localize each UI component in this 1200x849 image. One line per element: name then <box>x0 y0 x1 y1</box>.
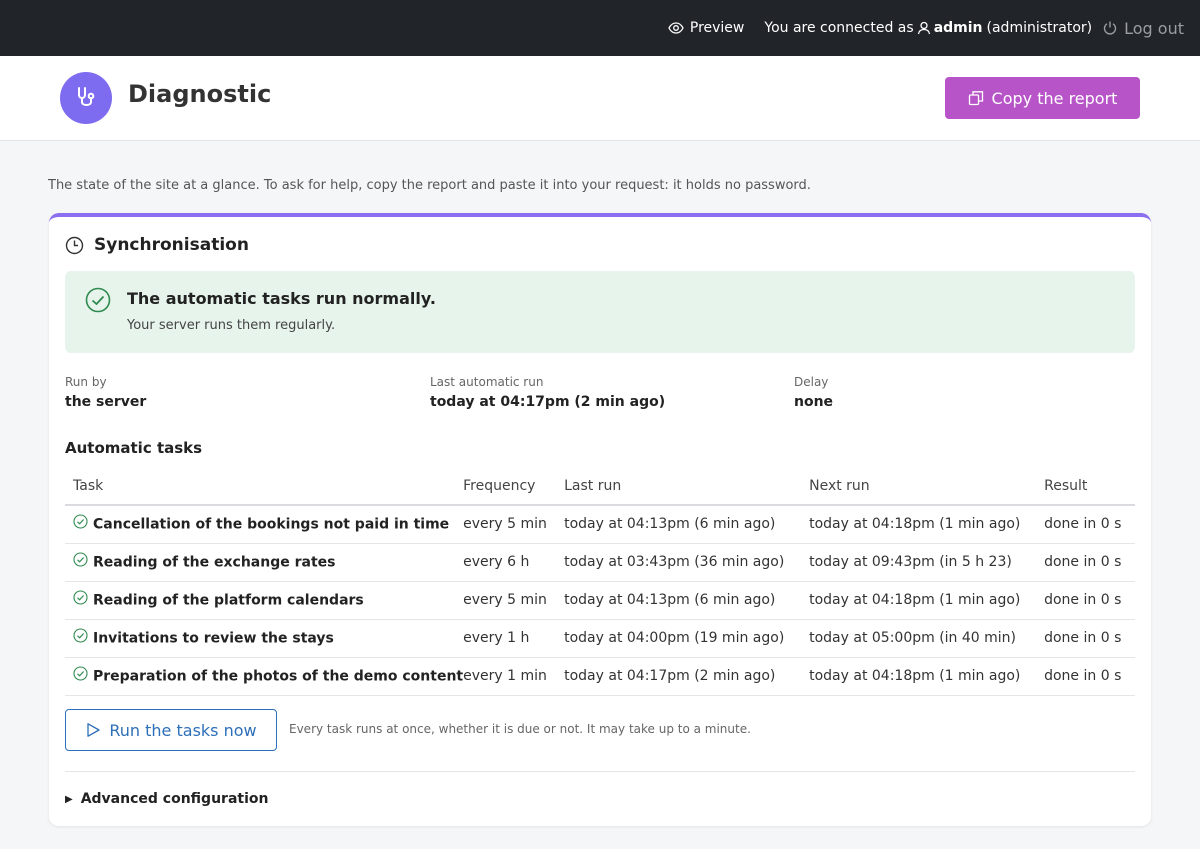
task-name: Preparation of the photos of the demo co… <box>93 668 464 684</box>
table-row: Preparation of the photos of the demo co… <box>65 657 1135 696</box>
connection-info: You are connected as admin (administrato… <box>764 20 1092 36</box>
column-header-task: Task <box>65 467 464 506</box>
logout-label: Log out <box>1124 18 1184 38</box>
task-last-run: today at 04:17pm (2 min ago) <box>564 657 810 696</box>
table-row: Reading of the exchange rates every 6 h … <box>65 543 1135 582</box>
power-icon <box>1102 20 1118 36</box>
clock-icon <box>65 236 84 255</box>
task-frequency: every 6 h <box>463 543 565 582</box>
check-circle-icon <box>73 665 88 685</box>
sync-card: Synchronisation The automatic tasks run … <box>49 213 1151 826</box>
table-header-row: Task Frequency Last run Next run Result <box>65 467 1135 506</box>
task-name-cell: Preparation of the photos of the demo co… <box>65 657 464 696</box>
check-circle-icon <box>73 551 88 571</box>
task-result: done in 0 s <box>1044 619 1135 658</box>
user-name: admin <box>933 20 983 36</box>
copy-report-button[interactable]: Copy the report <box>945 77 1140 119</box>
status-title: The automatic tasks run normally. <box>127 289 436 308</box>
table-row: Cancellation of the bookings not paid in… <box>65 505 1135 544</box>
table-row: Reading of the platform calendars every … <box>65 581 1135 620</box>
intro-text: The state of the site at a glance. To as… <box>48 178 811 193</box>
task-next-run: today at 04:18pm (1 min ago) <box>809 505 1045 544</box>
tasks-table: Task Frequency Last run Next run Result … <box>65 467 1135 696</box>
task-result: done in 0 s <box>1044 581 1135 620</box>
column-header-frequency: Frequency <box>463 467 565 506</box>
stethoscope-icon <box>73 85 99 111</box>
table-row: Invitations to review the stays every 1 … <box>65 619 1135 658</box>
run-by-block: Run by the server <box>65 375 146 410</box>
sync-title-text: Synchronisation <box>94 235 249 255</box>
run-by-label: Run by <box>65 375 107 389</box>
advanced-config-toggle[interactable]: ▶ Advanced configuration <box>65 791 268 807</box>
check-circle-icon <box>73 514 88 533</box>
task-last-run: today at 03:43pm (36 min ago) <box>564 543 810 582</box>
eye-icon <box>668 20 684 36</box>
task-name-cell: Reading of the exchange rates <box>65 543 464 582</box>
user-icon <box>916 20 932 36</box>
task-last-run: today at 04:13pm (6 min ago) <box>564 581 810 620</box>
triangle-right-icon: ▶ <box>65 793 73 805</box>
task-name: Cancellation of the bookings not paid in… <box>93 516 450 533</box>
sync-card-title: Synchronisation <box>65 235 249 255</box>
task-result: done in 0 s <box>1044 657 1135 696</box>
last-run-block: Last automatic run today at 04:17pm (2 m… <box>430 375 665 410</box>
task-name: Invitations to review the stays <box>93 630 334 646</box>
run-by-value: the server <box>65 394 147 410</box>
run-note: Every task runs at once, whether it is d… <box>289 722 751 736</box>
task-name-cell: Invitations to review the stays <box>65 619 464 658</box>
user-role: (administrator) <box>986 20 1093 36</box>
run-tasks-button[interactable]: Run the tasks now <box>65 709 277 751</box>
play-icon <box>85 722 101 738</box>
page-title: Diagnostic <box>128 80 272 108</box>
task-next-run: today at 04:18pm (1 min ago) <box>809 581 1045 620</box>
connected-prefix: You are connected as <box>764 20 914 36</box>
copy-icon <box>968 90 984 106</box>
preview-link[interactable]: Preview <box>668 20 745 36</box>
column-header-last-run: Last run <box>564 467 810 506</box>
logout-button[interactable]: Log out <box>1102 19 1184 38</box>
task-name: Reading of the platform calendars <box>93 592 364 608</box>
task-last-run: today at 04:00pm (19 min ago) <box>564 619 810 658</box>
preview-label: Preview <box>689 20 745 36</box>
tasks-heading: Automatic tasks <box>65 439 203 457</box>
check-circle-icon <box>73 589 88 609</box>
task-last-run: today at 04:13pm (6 min ago) <box>564 505 810 544</box>
check-circle-icon <box>73 627 88 647</box>
divider <box>65 771 1135 772</box>
delay-block: Delay none <box>794 375 833 410</box>
advanced-config-label: Advanced configuration <box>80 791 269 807</box>
task-result: done in 0 s <box>1044 543 1135 582</box>
task-name: Reading of the exchange rates <box>93 554 336 570</box>
top-bar: Preview You are connected as admin (admi… <box>0 0 1200 56</box>
delay-label: Delay <box>794 375 829 389</box>
task-name-cell: Cancellation of the bookings not paid in… <box>65 505 464 544</box>
task-frequency: every 1 h <box>463 619 565 658</box>
column-header-next-run: Next run <box>809 467 1045 506</box>
task-next-run: today at 09:43pm (in 5 h 23) <box>809 543 1045 582</box>
page-logo <box>60 72 112 124</box>
task-result: done in 0 s <box>1044 505 1135 544</box>
task-name-cell: Reading of the platform calendars <box>65 581 464 620</box>
last-run-value: today at 04:17pm (2 min ago) <box>430 394 666 410</box>
task-frequency: every 5 min <box>463 505 565 544</box>
delay-value: none <box>794 394 834 410</box>
column-header-result: Result <box>1044 467 1135 506</box>
task-frequency: every 1 min <box>463 657 565 696</box>
run-tasks-label: Run the tasks now <box>109 720 257 740</box>
status-subtitle: Your server runs them regularly. <box>127 318 336 333</box>
task-next-run: today at 04:18pm (1 min ago) <box>809 657 1045 696</box>
copy-report-label: Copy the report <box>991 88 1118 108</box>
status-panel: The automatic tasks run normally. Your s… <box>65 271 1135 353</box>
task-frequency: every 5 min <box>463 581 565 620</box>
last-run-label: Last automatic run <box>430 375 544 389</box>
page-header: Diagnostic Copy the report <box>0 56 1200 141</box>
check-circle-icon <box>85 287 111 317</box>
task-next-run: today at 05:00pm (in 40 min) <box>809 619 1045 658</box>
